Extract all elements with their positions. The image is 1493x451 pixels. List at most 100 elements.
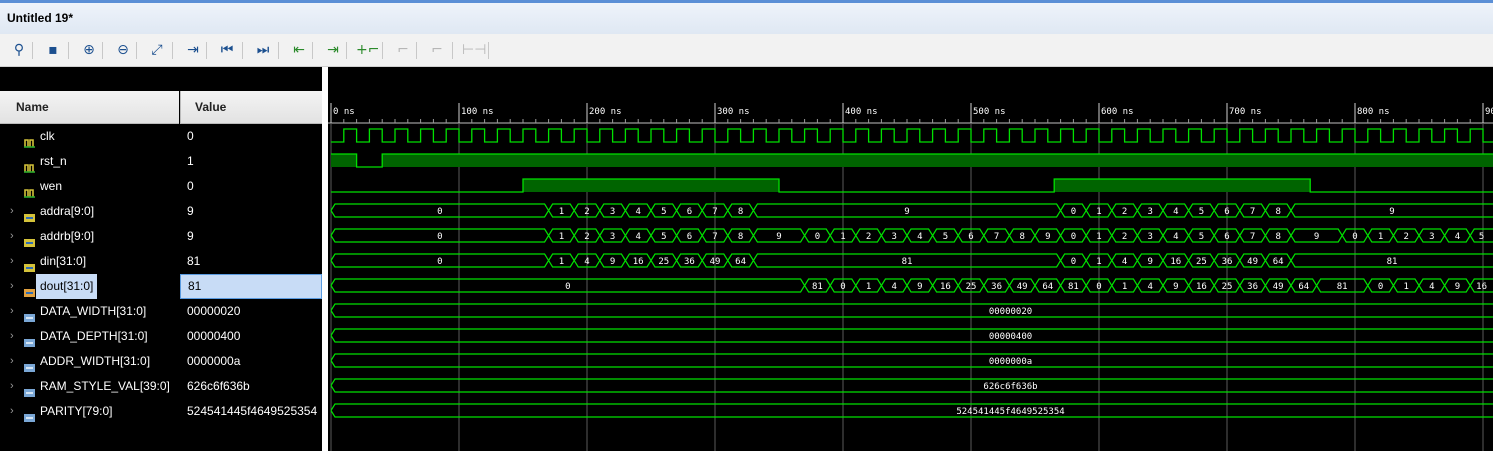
addra-value-label: 8 — [738, 207, 743, 217]
signal-name: addra[9:0] — [40, 204, 95, 218]
addra-value-label: 6 — [1224, 207, 1229, 217]
addrb-value-label: 0 — [437, 232, 442, 242]
value-column-header[interactable]: Value — [180, 91, 322, 124]
ruler-label: 800 ns — [1357, 107, 1390, 117]
dout-value-label: 1 — [866, 282, 871, 292]
signal-value[interactable]: 9 — [180, 224, 322, 249]
waveform-canvas[interactable]: 0 ns 100 ns 200 ns 300 ns 400 ns 500 ns 600 ns… — [328, 67, 1493, 451]
bus-signal-icon — [24, 207, 35, 222]
go-to-cursor-icon[interactable]: ⇥ — [182, 39, 204, 61]
dout-value-label: 81 — [1337, 282, 1348, 292]
addra-value-label: 4 — [1173, 207, 1178, 217]
signal-value[interactable]: 1 — [180, 149, 322, 174]
signal-name-row[interactable]: › dout[31:0] — [0, 274, 180, 299]
addrb-value-label: 0 — [1352, 232, 1357, 242]
expand-chevron-icon[interactable]: › — [10, 374, 14, 399]
addrb-value-label: 7 — [994, 232, 999, 242]
window-title: Untitled 19* — [7, 11, 74, 25]
next-transition-icon[interactable]: ⇥ — [322, 39, 344, 61]
ruler-label: 90 — [1485, 107, 1493, 117]
previous-marker-icon[interactable]: ⌐ — [392, 39, 414, 61]
din-value-label: 9 — [610, 257, 615, 267]
signal-name-row[interactable]: › addrb[9:0] — [0, 224, 180, 249]
toolbar-separator — [32, 42, 33, 59]
signal-name: DATA_WIDTH[31:0] — [40, 304, 147, 318]
signal-value[interactable]: 9 — [180, 199, 322, 224]
zoom-search-icon[interactable]: ⚲ — [8, 39, 30, 61]
bit-signal-icon — [24, 157, 35, 173]
dout-value-label: 1 — [1403, 282, 1408, 292]
signal-name: wen — [40, 179, 63, 193]
signal-value[interactable]: 626c6f636b — [180, 374, 322, 399]
din-value-label: 9 — [1147, 257, 1152, 267]
din-value-label: 0 — [437, 257, 442, 267]
signal-name-row[interactable]: › addra[9:0] — [0, 199, 180, 224]
add-marker-icon[interactable]: +⌐ — [356, 39, 379, 61]
parameter-icon — [24, 307, 35, 322]
signal-value[interactable]: 0000000a — [180, 349, 322, 374]
signal-name: dout[31:0] — [36, 274, 98, 299]
zoom-fit-icon[interactable]: ⤢ — [146, 39, 168, 61]
din-value-label: 0 — [1071, 257, 1076, 267]
signal-value[interactable]: 81 — [180, 249, 322, 274]
addra-value-label: 7 — [712, 207, 717, 217]
signal-name-row[interactable]: wen — [0, 174, 180, 199]
zoom-in-icon[interactable]: ⊕ — [78, 39, 100, 61]
addrb-value-label: 8 — [738, 232, 743, 242]
name-column-header[interactable]: Name — [0, 91, 179, 124]
next-marker-icon[interactable]: ⌐ — [426, 39, 448, 61]
parameter-icon — [24, 357, 35, 372]
signal-name: PARITY[79:0] — [40, 404, 113, 418]
toolbar-separator — [312, 42, 313, 59]
expand-chevron-icon[interactable]: › — [10, 399, 14, 424]
signal-name-row[interactable]: › RAM_STYLE_VAL[39:0] — [0, 374, 180, 399]
din-value-label: 16 — [1170, 257, 1181, 267]
expand-chevron-icon[interactable]: › — [10, 299, 14, 324]
bit-signal-icon — [24, 182, 35, 198]
signal-name-row[interactable]: rst_n — [0, 149, 180, 174]
signal-value[interactable]: 00000020 — [180, 299, 322, 324]
signal-name-row[interactable]: › din[31:0] — [0, 249, 180, 274]
parameter-icon — [24, 332, 35, 347]
dout-value-label: 81 — [1068, 282, 1079, 292]
dout-value-label: 81 — [812, 282, 823, 292]
expand-chevron-icon[interactable]: › — [10, 249, 14, 274]
din-value-label: 49 — [710, 257, 721, 267]
signal-value[interactable]: 00000400 — [180, 324, 322, 349]
previous-transition-icon[interactable]: ⇤ — [288, 39, 310, 61]
signal-value[interactable]: 0 — [180, 174, 322, 199]
ram_style_val-value-label: 626c6f636b — [983, 382, 1037, 392]
toolbar-separator — [452, 42, 453, 59]
addrb-value-label: 6 — [968, 232, 973, 242]
dout-value-label: 64 — [1298, 282, 1309, 292]
signal-value[interactable]: 81 — [180, 274, 322, 299]
expand-chevron-icon[interactable]: › — [10, 199, 14, 224]
expand-chevron-icon[interactable]: › — [10, 274, 14, 299]
expand-chevron-icon[interactable]: › — [10, 224, 14, 249]
din-value-label: 4 — [1122, 257, 1127, 267]
signal-name-row[interactable]: clk — [0, 124, 180, 149]
zoom-out-icon[interactable]: ⊖ — [112, 39, 134, 61]
addr_width-value-label: 0000000a — [989, 357, 1032, 367]
toolbar-separator — [382, 42, 383, 59]
expand-chevron-icon[interactable]: › — [10, 349, 14, 374]
ruler-label: 500 ns — [973, 107, 1006, 117]
swap-cursors-icon[interactable]: ⊢⊣ — [462, 39, 486, 61]
go-to-time-0-icon[interactable]: ⏮ — [216, 39, 238, 61]
signal-name-row[interactable]: › DATA_DEPTH[31:0] — [0, 324, 180, 349]
signal-name-row[interactable]: › ADDR_WIDTH[31:0] — [0, 349, 180, 374]
save-icon[interactable]: ▪ — [42, 39, 64, 61]
signal-value[interactable]: 0 — [180, 124, 322, 149]
addra-value-label: 3 — [610, 207, 615, 217]
go-to-last-time-icon[interactable]: ⏭ — [252, 39, 274, 61]
addrb-value-label: 1 — [1378, 232, 1383, 242]
dout-value-label: 0 — [565, 282, 570, 292]
toolbar-separator — [206, 42, 207, 59]
signal-name: din[31:0] — [40, 254, 87, 268]
expand-chevron-icon[interactable]: › — [10, 324, 14, 349]
signal-value[interactable]: 524541445f4649525354 — [180, 399, 322, 424]
signal-name-row[interactable]: › DATA_WIDTH[31:0] — [0, 299, 180, 324]
addrb-value-label: 5 — [661, 232, 666, 242]
addrb-value-label: 4 — [1173, 232, 1178, 242]
signal-name-row[interactable]: › PARITY[79:0] — [0, 399, 180, 424]
